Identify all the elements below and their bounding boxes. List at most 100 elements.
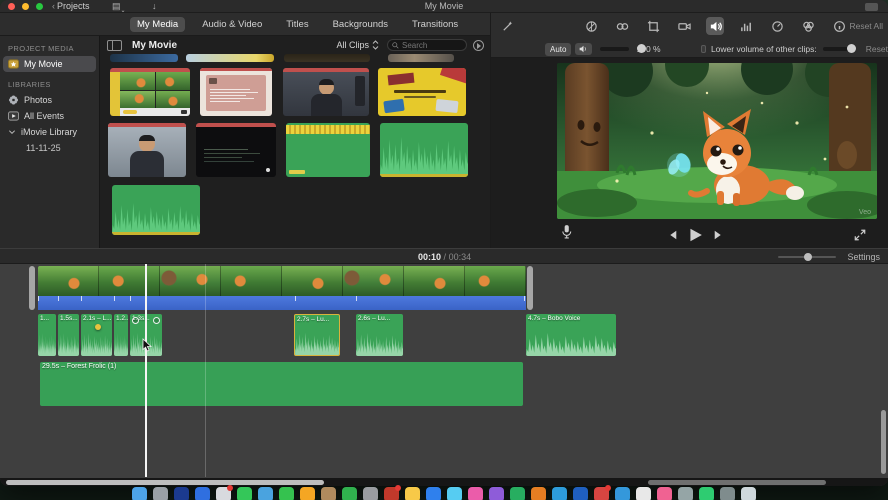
media-thumbnail[interactable] [284, 54, 370, 62]
clip-volume-slider[interactable] [600, 44, 647, 53]
dock-app-icon[interactable] [468, 487, 483, 500]
timeline-audio-clip[interactable]: 2.1s – L... [81, 314, 112, 356]
noise-reduction-icon[interactable] [737, 17, 755, 35]
tab-my-media[interactable]: My Media [130, 17, 186, 32]
dock-app-icon[interactable] [720, 487, 735, 500]
media-thumbnail-person[interactable] [108, 123, 186, 177]
media-thumbnail-document[interactable] [200, 68, 272, 116]
dock-app-icon[interactable] [636, 487, 651, 500]
media-thumbnail-person[interactable] [283, 68, 369, 116]
dock-app-icon[interactable] [342, 487, 357, 500]
skip-back-button[interactable] [666, 228, 678, 246]
crop-icon[interactable] [644, 17, 662, 35]
clip-filter-dropdown[interactable]: All Clips [336, 40, 379, 50]
timeline-horizontal-scrollbar[interactable] [0, 478, 888, 486]
dock-app-icon[interactable] [447, 487, 462, 500]
media-thumbnail-audio[interactable] [380, 123, 468, 177]
clip-info-icon[interactable] [830, 17, 848, 35]
sidebar-item-event-date[interactable]: 11-11-25 [0, 140, 99, 156]
dock-app-icon[interactable] [216, 485, 233, 500]
dock-app-icon[interactable] [258, 487, 273, 500]
zoom-slider-knob[interactable] [804, 252, 812, 261]
timeline-audio-clip[interactable]: 1... [38, 314, 56, 356]
dock-app-icon[interactable] [594, 485, 611, 500]
timeline-audio-clip[interactable]: 1.5s... [58, 314, 79, 356]
dock-app-icon[interactable] [195, 487, 210, 500]
dock-app-icon[interactable] [615, 487, 630, 500]
media-thumbnail-video[interactable] [110, 68, 190, 116]
dock-app-icon[interactable] [573, 487, 588, 500]
stabilization-camera-icon[interactable] [675, 17, 693, 35]
voiceover-mic-icon[interactable] [561, 224, 572, 244]
timeline-audio-clip-selected[interactable]: 2.7s – Lu... [294, 314, 340, 356]
tab-titles[interactable]: Titles [279, 17, 315, 32]
dock-app-icon[interactable] [174, 487, 189, 500]
fullscreen-icon[interactable] [854, 228, 866, 246]
clip-filter-icon[interactable] [799, 17, 817, 35]
clip-trim-handle-left[interactable] [29, 266, 35, 310]
timeline-zoom-slider[interactable] [778, 252, 836, 261]
dock-app-icon[interactable] [321, 487, 336, 500]
speed-icon[interactable] [768, 17, 786, 35]
timeline-voiceover-clip[interactable]: 4.7s – Bobo Voice [526, 314, 616, 356]
search-field[interactable] [387, 39, 467, 51]
dock-app-icon[interactable] [405, 487, 420, 500]
mute-speaker-button[interactable] [575, 43, 593, 55]
reset-all-button[interactable]: Reset All [849, 21, 883, 31]
color-balance-icon[interactable] [582, 17, 600, 35]
timeline-video-clip[interactable] [38, 266, 526, 296]
tab-audio-video[interactable]: Audio & Video [195, 17, 269, 32]
circled-arrow-icon[interactable] [473, 39, 484, 51]
media-thumbnail-screen[interactable] [196, 123, 276, 177]
volume-icon[interactable] [706, 17, 724, 35]
tab-transitions[interactable]: Transitions [405, 17, 465, 32]
dock-app-icon[interactable] [300, 487, 315, 500]
timeline-vertical-scrollbar[interactable] [881, 410, 886, 474]
media-thumbnail[interactable] [110, 54, 178, 62]
dock-app-icon[interactable] [132, 487, 147, 500]
timeline-audio-clip[interactable]: 1.2... [114, 314, 128, 356]
dock-app-icon[interactable] [699, 487, 714, 500]
hscroll-thumb[interactable] [6, 479, 324, 485]
media-thumbnail-audio[interactable] [286, 123, 370, 177]
sidebar-item-photos[interactable]: Photos [0, 92, 99, 108]
dock-app-icon[interactable] [678, 487, 693, 500]
dock-app-icon[interactable] [552, 487, 567, 500]
reset-button[interactable]: Reset [866, 44, 888, 54]
sidebar-item-my-movie[interactable]: My Movie [3, 56, 96, 72]
timeline-settings-button[interactable]: Settings [847, 252, 880, 262]
dock-app-icon[interactable] [657, 487, 672, 500]
auto-volume-button[interactable]: Auto [545, 42, 572, 56]
media-thumbnail[interactable] [388, 54, 454, 62]
media-thumbnail-audio[interactable] [112, 185, 200, 235]
dock-app-icon[interactable] [510, 487, 525, 500]
media-thumbnail[interactable] [186, 54, 274, 62]
clip-trim-handle-right[interactable] [527, 266, 533, 310]
video-audio-waveform-bar[interactable] [38, 296, 526, 310]
color-correction-icon[interactable] [613, 17, 631, 35]
hscroll-thumb-secondary[interactable] [648, 479, 826, 485]
sidebar-item-imovie-library[interactable]: iMovie Library [0, 124, 99, 140]
lower-volume-knob[interactable] [846, 44, 856, 53]
playhead[interactable] [145, 264, 147, 477]
sidebar-toggle-icon[interactable] [107, 39, 122, 51]
enhance-wand-icon[interactable] [498, 17, 516, 35]
search-input[interactable] [402, 40, 462, 50]
play-button[interactable] [687, 227, 703, 248]
beat-marker-dot[interactable] [95, 324, 101, 330]
dock-app-icon[interactable] [489, 487, 504, 500]
macos-dock[interactable] [0, 485, 888, 500]
media-thumbnail-promo[interactable] [378, 68, 466, 116]
timeline-audio-clip[interactable]: 2.6s – Lu... [356, 314, 403, 356]
fade-handle[interactable] [153, 317, 160, 324]
skip-forward-button[interactable] [713, 228, 725, 246]
dock-app-icon[interactable] [279, 487, 294, 500]
dock-app-icon[interactable] [426, 487, 441, 500]
dock-app-icon[interactable] [153, 487, 168, 500]
dock-app-icon[interactable] [363, 487, 378, 500]
lower-volume-slider[interactable] [822, 44, 856, 53]
timeline-music-clip[interactable]: 29.5s – Forest Frolic (1) [40, 362, 523, 406]
tab-backgrounds[interactable]: Backgrounds [326, 17, 395, 32]
dock-app-icon[interactable] [384, 485, 401, 500]
fade-handle[interactable] [132, 317, 139, 324]
